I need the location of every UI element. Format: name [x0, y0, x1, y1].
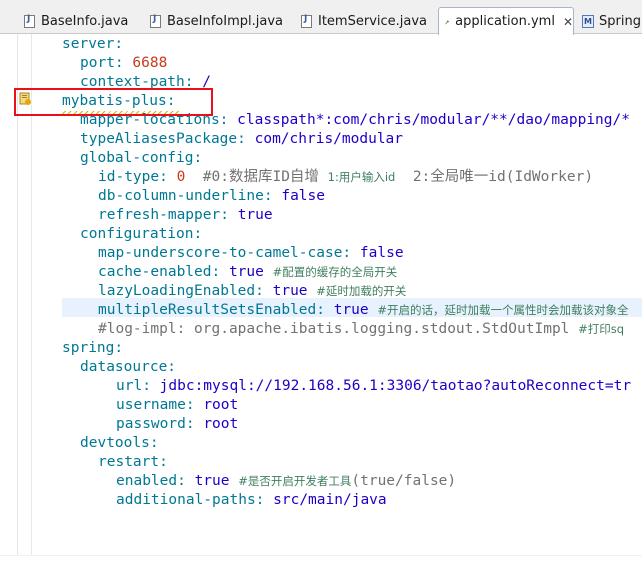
- code-line: server:: [62, 36, 124, 52]
- tab-springb[interactable]: M SpringB: [582, 8, 642, 34]
- code-line: typeAliasesPackage: com/chris/modular: [80, 131, 404, 147]
- tab-baseinfoimpl-java[interactable]: BaseInfoImpl.java: [150, 8, 283, 34]
- code-line: spring:: [62, 340, 124, 356]
- tab-label: application.yml: [455, 14, 555, 29]
- code-line: db-column-underline: false: [98, 188, 325, 204]
- code-line: id-type: 0 #0:数据库ID自增 1:用户输入id 2:全局唯一id(…: [98, 169, 594, 185]
- tab-label: SpringB: [599, 13, 642, 29]
- code-line: #log-impl: org.apache.ibatis.logging.std…: [98, 321, 625, 337]
- tab-baseinfo-java[interactable]: BaseInfo.java: [24, 8, 128, 34]
- code-line: datasource:: [80, 359, 177, 375]
- close-tab-icon[interactable]: ✕: [563, 15, 573, 29]
- java-file-icon: [150, 14, 161, 28]
- manifest-file-icon: M: [582, 14, 594, 28]
- tab-itemservice-java[interactable]: ItemService.java: [301, 8, 427, 34]
- code-line: multipleResultSetsEnabled: true #开启的话，延时…: [98, 302, 629, 318]
- tab-label: BaseInfoImpl.java: [167, 13, 283, 29]
- code-line: map-underscore-to-camel-case: false: [98, 245, 404, 261]
- tab-label: BaseInfo.java: [41, 13, 129, 29]
- code-line: password: root: [116, 416, 239, 432]
- code-line: enabled: true #是否开启开发者工具(true/false): [116, 473, 457, 489]
- code-line: additional-paths: src/main/java: [116, 492, 387, 508]
- code-line: username: root: [116, 397, 239, 413]
- code-line: devtools:: [80, 435, 159, 451]
- editor-tab-bar: BaseInfo.java BaseInfoImpl.java ItemServ…: [0, 0, 642, 35]
- annotation-highlight-box: [14, 88, 213, 116]
- code-line: configuration:: [80, 226, 203, 242]
- code-line: restart:: [98, 454, 168, 470]
- code-line: lazyLoadingEnabled: true #延时加载的开关: [98, 283, 407, 299]
- editor-bottom-edge: [0, 555, 642, 576]
- code-line: cache-enabled: true #配置的缓存的全局开关: [98, 264, 398, 280]
- tab-label: ItemService.java: [318, 13, 428, 29]
- code-line: port: 6688: [80, 55, 168, 71]
- java-file-icon: [24, 14, 35, 28]
- java-file-icon: [301, 14, 312, 28]
- code-line: refresh-mapper: true: [98, 207, 273, 223]
- yaml-file-icon: [445, 19, 450, 24]
- tab-application-yml[interactable]: application.yml ✕: [438, 7, 574, 35]
- code-line: global-config:: [80, 150, 203, 166]
- code-line: url: jdbc:mysql://192.168.56.1:3306/taot…: [116, 378, 632, 394]
